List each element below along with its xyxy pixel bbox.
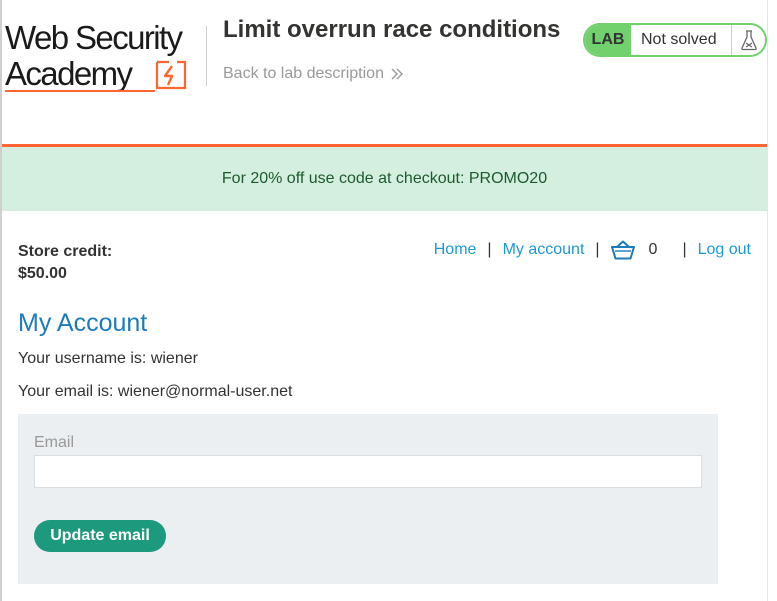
promo-text: For 20% off use code at checkout: PROMO2… [221,170,548,187]
nav-separator: | [487,241,492,258]
logo-line-2: Academy [5,55,133,92]
flask-icon-button[interactable] [731,25,765,55]
lab-badge: LAB [585,25,631,55]
nav-my-account-link[interactable]: My account [503,241,585,259]
username-line: Your username is: wiener [18,350,198,367]
change-email-form: Email Update email [18,414,718,584]
lab-header: Web Security Academy Limit overrun race … [2,0,767,146]
logo-underline [5,90,155,92]
cart-link[interactable]: 0 [610,240,672,260]
email-field[interactable] [34,455,702,488]
logo-bolt-icon [155,60,187,90]
store-credit-label: Store credit: [18,243,113,260]
nav-separator: | [595,241,600,258]
nav-separator: | [682,241,687,258]
back-to-description-link[interactable]: Back to lab description [223,65,404,83]
flask-icon [740,30,757,51]
logo-line-1: Web Security [5,19,183,56]
double-chevron-right-icon [391,68,403,80]
lab-title: Limit overrun race conditions [223,16,561,43]
email-field-label: Email [34,434,75,451]
page-title: My Account [18,309,148,337]
nav-log-out-link[interactable]: Log out [698,241,751,259]
back-link-label: Back to lab description [223,65,384,82]
promo-banner: For 20% off use code at checkout: PROMO2… [2,147,767,211]
header-divider [206,26,207,86]
web-security-academy-logo[interactable]: Web Security Academy [5,20,205,95]
store-credit-value: $50.00 [18,265,67,282]
lab-status-text: Not solved [641,31,717,48]
email-line: Your email is: wiener@normal-user.net [18,383,293,400]
update-email-button[interactable]: Update email [34,520,166,552]
cart-count: 0 [648,241,658,258]
lab-status-widget: LAB Not solved [583,23,767,57]
store-credit: Store credit: $50.00 [18,241,112,285]
window-scrollbar-gutter [767,0,777,601]
nav-home-link[interactable]: Home [434,241,477,259]
basket-icon [610,240,635,260]
account-nav: Home | My account | 0 | Log out [434,240,751,260]
